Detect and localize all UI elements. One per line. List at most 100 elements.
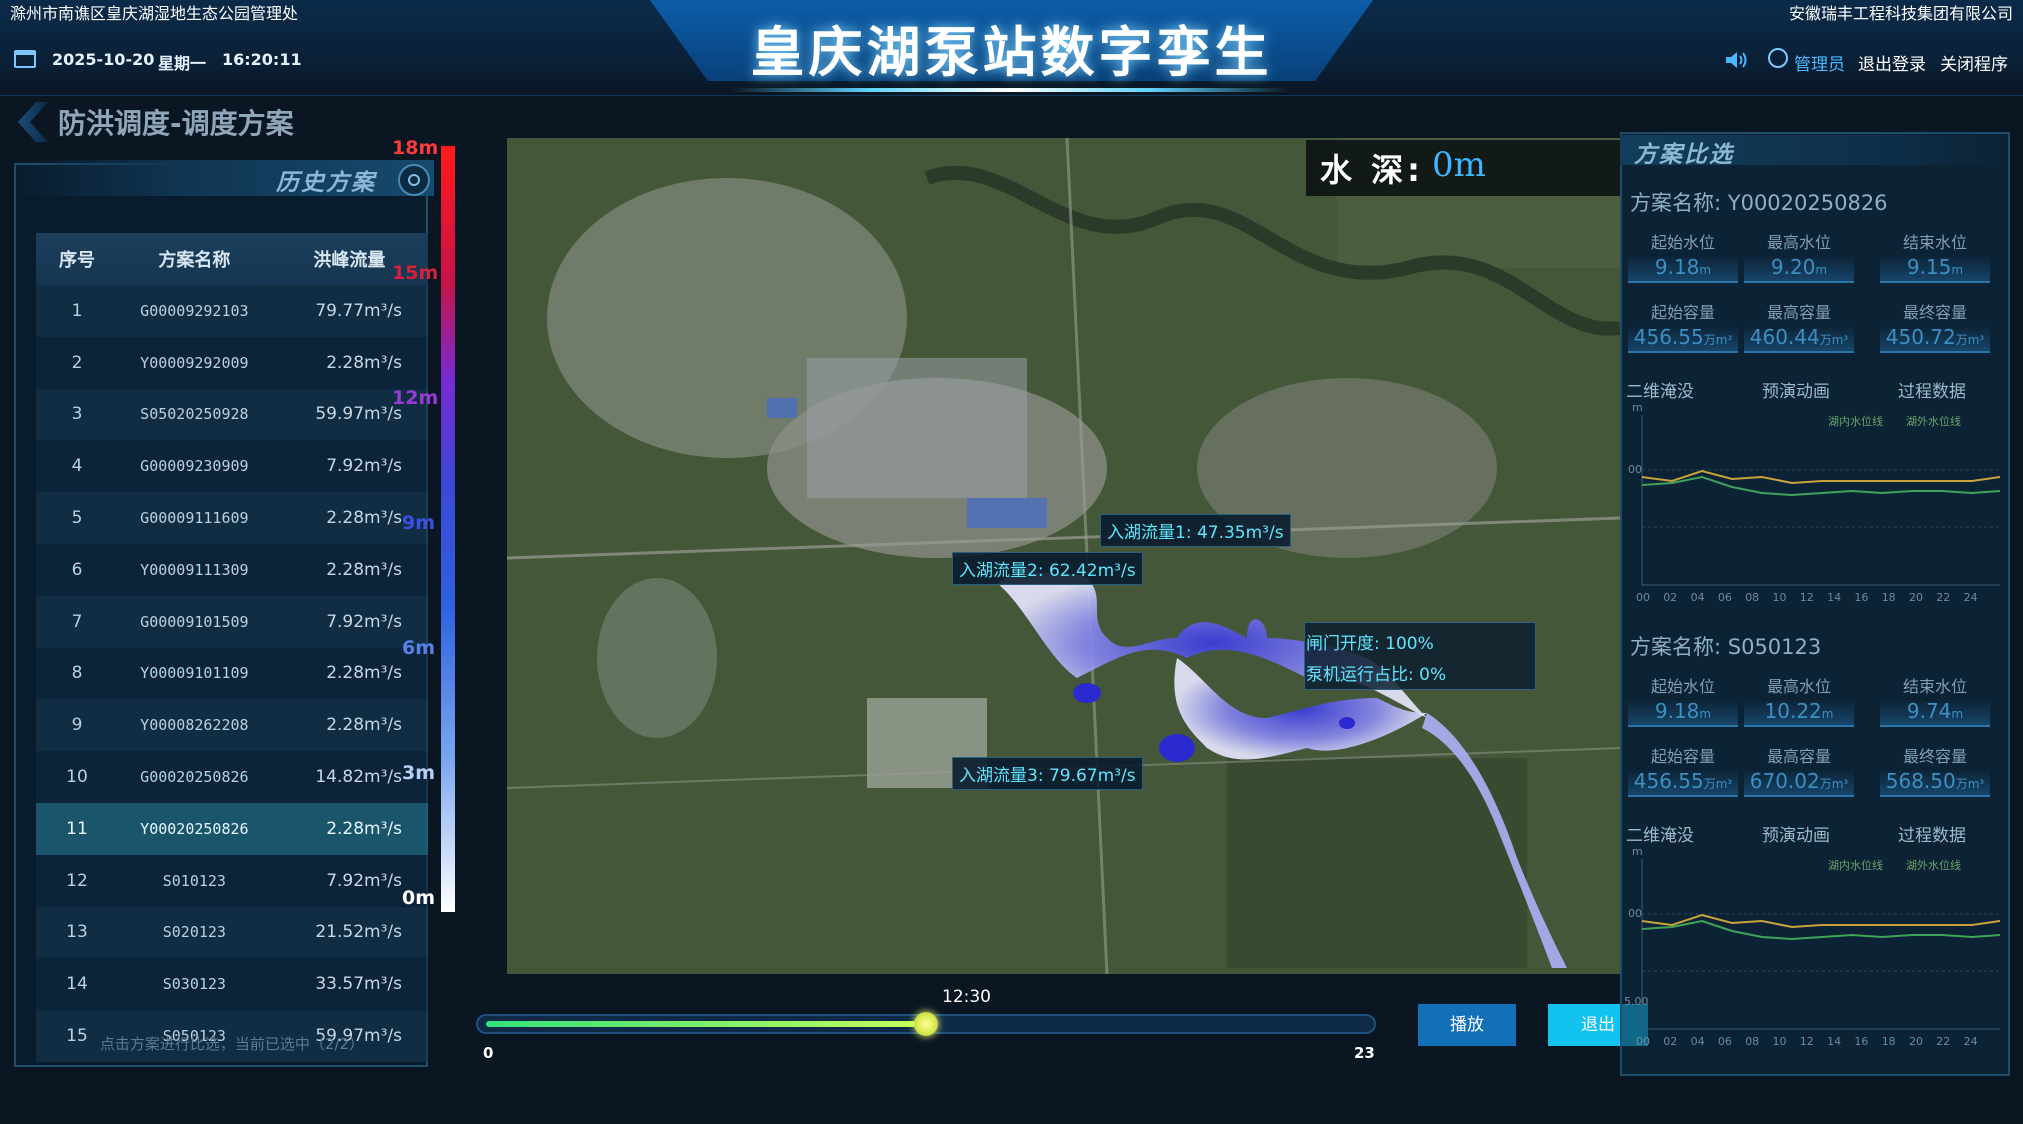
- scheme-tab[interactable]: 二维淹没: [1626, 377, 1694, 402]
- table-row[interactable]: 2 Y00009292009 2.28m³/s: [36, 336, 428, 389]
- timeline-progress: [486, 1021, 926, 1027]
- x-axis-tick: 02: [1663, 1035, 1678, 1048]
- table-row[interactable]: 1 G00009292103 79.77m³/s: [36, 285, 428, 337]
- scheme-name: 方案名称: S050123: [1630, 635, 1822, 659]
- stat-value-box: 9.18m: [1628, 699, 1738, 727]
- stat-value: 9.15: [1906, 255, 1952, 279]
- stat-value: 10.22: [1764, 699, 1822, 723]
- x-axis-tick: 16: [1854, 1035, 1869, 1048]
- stat-unit: m: [1951, 707, 1964, 721]
- stat-value-box: 10.22m: [1744, 699, 1854, 727]
- table-row[interactable]: 11 Y00020250826 2.28m³/s: [36, 802, 428, 855]
- gate-opening-text: 闸门开度: 100%: [1306, 634, 1434, 654]
- stat-cell: 最高水位 9.20m: [1740, 229, 1858, 285]
- timeline-max: 23: [1354, 1044, 1375, 1062]
- y-axis-tick: 5.00: [1624, 995, 1649, 1008]
- cell-name: S05020250928: [118, 388, 271, 441]
- cell-no: 13: [36, 906, 118, 959]
- table-row[interactable]: 6 Y00009111309 2.28m³/s: [36, 543, 428, 596]
- cell-flow: 21.52m³/s: [270, 906, 428, 959]
- cell-name: G00009292103: [118, 285, 271, 337]
- legend-outer-water: 湖外水位线: [1906, 859, 1961, 872]
- back-chevron-icon[interactable]: [18, 102, 48, 142]
- table-row[interactable]: 3 S05020250928 59.97m³/s: [36, 388, 428, 441]
- stat-unit: m: [1699, 263, 1712, 277]
- inflow-label-3: 入湖流量3: 79.67m³/s: [952, 757, 1143, 790]
- timeline-min: 0: [483, 1044, 494, 1062]
- scheme-tab[interactable]: 预演动画: [1762, 821, 1830, 846]
- x-axis-tick: 00: [1636, 591, 1650, 604]
- cell-no: 6: [36, 543, 118, 596]
- x-axis-tick: 12: [1799, 1035, 1814, 1048]
- x-axis-tick: 02: [1663, 591, 1678, 604]
- depth-value: 0m: [1432, 145, 1486, 185]
- y-axis-tick: 00: [1628, 463, 1642, 476]
- stat-cell: 最高容量 460.44万m³: [1740, 299, 1858, 355]
- cell-name: S030123: [118, 958, 271, 1011]
- table-row[interactable]: 5 G00009111609 2.28m³/s: [36, 492, 428, 544]
- y-axis-unit: m: [1632, 845, 1643, 858]
- cell-no: 14: [36, 958, 118, 1011]
- stat-unit: m: [1699, 707, 1712, 721]
- speaker-icon[interactable]: [1724, 50, 1748, 70]
- table-row[interactable]: 7 G00009101509 7.92m³/s: [36, 595, 428, 648]
- stat-value-box: 456.55万m³: [1628, 325, 1738, 353]
- table-row[interactable]: 14 S030123 33.57m³/s: [36, 958, 428, 1011]
- stat-unit: m: [1815, 263, 1828, 277]
- x-axis-tick: 24: [1963, 1035, 1978, 1048]
- x-axis-tick: 06: [1717, 1035, 1732, 1048]
- compare-panel-title: 方案比选: [1634, 142, 1734, 168]
- table-row[interactable]: 4 G00009230909 7.92m³/s: [36, 440, 428, 493]
- play-button[interactable]: 播放: [1418, 1004, 1516, 1046]
- stat-unit: 万m³: [1955, 333, 1985, 347]
- water-level-chart-svg: [1641, 415, 2001, 586]
- table-row[interactable]: 10 G00020250826 14.82m³/s: [36, 751, 428, 803]
- stat-value-box: 9.15m: [1880, 255, 1990, 283]
- refresh-icon[interactable]: [398, 164, 430, 196]
- x-axis-tick: 14: [1827, 1035, 1842, 1048]
- table-row[interactable]: 13 S020123 21.52m³/s: [36, 906, 428, 959]
- logout-button[interactable]: 退出登录: [1858, 50, 1926, 75]
- scheme-tab[interactable]: 过程数据: [1898, 377, 1966, 402]
- stat-unit: m: [1951, 263, 1964, 277]
- stat-unit: 万m³: [1955, 777, 1985, 791]
- history-panel-title: 历史方案: [276, 170, 376, 196]
- stat-label: 起始容量: [1650, 303, 1715, 322]
- stat-label: 最高容量: [1766, 747, 1831, 766]
- cell-flow: 7.92m³/s: [270, 440, 428, 493]
- cell-name: G00009230909: [118, 440, 271, 493]
- time-text: 16:20:11: [222, 50, 302, 69]
- stat-value: 456.55: [1633, 769, 1704, 793]
- selection-hint: 点击方案进行比选，当前已选中（2/2）: [99, 1035, 365, 1053]
- scheme-tab[interactable]: 二维淹没: [1626, 821, 1694, 846]
- scheme-tab[interactable]: 预演动画: [1762, 377, 1830, 402]
- table-row[interactable]: 12 S010123 7.92m³/s: [36, 854, 428, 907]
- timeline-handle[interactable]: [914, 1012, 938, 1036]
- stat-cell: 结束水位 9.74m: [1876, 673, 1994, 729]
- scheme-tab[interactable]: 过程数据: [1898, 821, 1966, 846]
- legend-outer-water: 湖外水位线: [1906, 415, 1961, 428]
- stat-unit: 万m³: [1819, 777, 1849, 791]
- x-axis-tick: 18: [1881, 1035, 1896, 1048]
- x-axis-tick: 08: [1745, 591, 1760, 604]
- y-axis-tick: 00: [1628, 907, 1642, 920]
- stat-value-box: 9.74m: [1880, 699, 1990, 727]
- close-program-button[interactable]: 关闭程序: [1940, 50, 2008, 75]
- stat-value: 456.55: [1633, 325, 1704, 349]
- pump-ratio-text: 泵机运行占比: 0%: [1306, 665, 1447, 685]
- table-row[interactable]: 9 Y00008262208 2.28m³/s: [36, 699, 428, 752]
- legend-label-3m: 3m: [402, 762, 436, 784]
- water-level-chart-svg: [1641, 859, 2001, 1030]
- cell-name: G00009111609: [118, 492, 271, 544]
- user-name[interactable]: 管理员: [1794, 50, 1845, 75]
- stat-label: 结束水位: [1902, 677, 1967, 696]
- legend-label-12m: 12m: [392, 387, 439, 409]
- table-row[interactable]: 8 Y00009101109 2.28m³/s: [36, 647, 428, 700]
- stat-value-box: 450.72万m³: [1880, 325, 1990, 353]
- x-axis-tick: 14: [1827, 591, 1842, 604]
- x-axis-tick: 22: [1936, 1035, 1951, 1048]
- cell-name: Y00008262208: [118, 699, 271, 752]
- x-axis-tick: 04: [1690, 1035, 1705, 1048]
- cell-no: 4: [36, 440, 118, 493]
- stat-cell: 起始水位 9.18m: [1624, 229, 1742, 285]
